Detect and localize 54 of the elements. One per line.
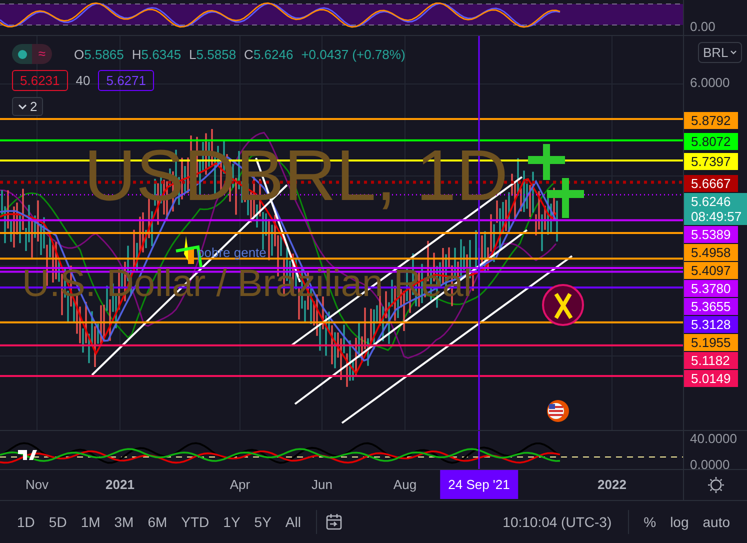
current-price-tag: 5.6246 08:49:57 [684,192,747,225]
price-tag: 5.8072 [684,132,738,150]
sell-price-button[interactable]: 5.6231 [12,70,68,91]
price-tag: 5.8792 [684,112,738,128]
time-axis-label: Apr [230,477,250,492]
range-button[interactable]: 3M [107,510,141,534]
axis-label: 40.0000 [690,431,737,446]
price-tag: 5.1955 [684,334,738,351]
time-axis-label: 2021 [106,477,134,492]
range-button[interactable]: 5Y [247,510,278,534]
range-button[interactable]: 1Y [216,510,248,534]
time-axis-label: 2022 [598,477,626,492]
collapse-button[interactable]: 2 [12,97,44,116]
ohlc-value: L5.5858 [189,46,236,62]
range-button[interactable]: YTD [174,510,216,534]
chevron-down-icon [18,104,27,110]
range-button[interactable]: All [278,510,308,534]
settings-icon[interactable] [706,476,724,494]
currency-dropdown[interactable]: BRL [698,42,742,63]
chevron-down-icon [730,50,738,55]
ohlc-value: C5.6246 [244,46,294,62]
price-tag: 5.3780 [684,280,738,297]
scale-button[interactable]: log [663,510,696,534]
price-tag: 5.5389 [684,226,738,243]
scale-button[interactable]: % [636,510,664,534]
ohlc-value: H5.6345 [132,46,182,62]
price-tag: 5.0149 [684,370,738,387]
time-axis-label: Aug [393,477,417,492]
price-tag: 5.4958 [684,244,738,261]
price-tag: 5.3128 [684,316,738,333]
logo-icon [18,450,37,460]
close-circle-icon [542,284,584,326]
range-button[interactable]: 6M [140,510,174,534]
axis-label: 6.0000 [690,75,730,90]
axis-label: 0.0000 [690,457,730,472]
axis-label: 0.00 [690,19,716,34]
calendar-icon[interactable] [324,512,343,530]
ohlc-value: O5.5865 [74,46,124,62]
time-axis-label: Jun [312,477,332,492]
time-axis-label: Nov [25,477,49,492]
spread-value: 40 [76,73,90,88]
range-button[interactable]: 1D [10,510,42,534]
price-tag: 5.4097 [684,262,738,279]
us-flag-icon [547,400,569,422]
crosshair-date-label: 24 Sep '21 [440,470,518,499]
price-change: +0.0437 (+0.78%) [301,46,406,62]
price-tag: 5.7397 [684,152,738,170]
price-tag: 5.3655 [684,298,738,315]
range-button[interactable]: 1M [74,510,108,534]
range-button[interactable]: 5D [42,510,74,534]
price-tag: 5.1182 [684,352,738,369]
clock-text: 10:10:04 (UTC-3) [502,514,612,530]
price-tag: 5.6667 [684,174,738,192]
scale-button[interactable]: auto [696,510,737,534]
